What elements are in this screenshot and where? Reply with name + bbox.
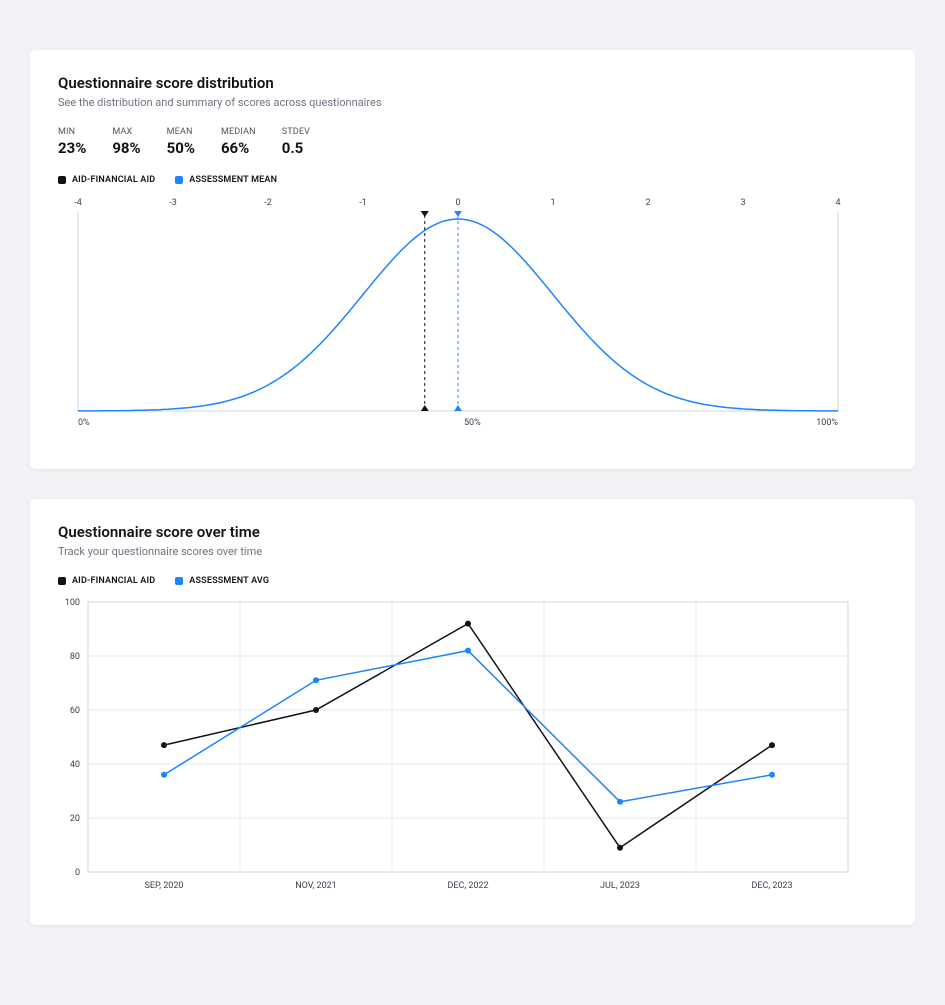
svg-text:-2: -2: [264, 198, 272, 208]
legend-swatch-icon: [175, 577, 183, 585]
timeseries-subtitle: Track your questionnaire scores over tim…: [58, 545, 887, 558]
timeseries-svg: 0 20 40 60 80 100 SEP, 2020 NOV, 2021 DEC, 2022 J…: [58, 592, 858, 897]
svg-text:-1: -1: [359, 198, 367, 208]
svg-text:DEC, 2022: DEC, 2022: [447, 881, 488, 891]
stat-value: 0.5: [282, 139, 310, 157]
distribution-subtitle: See the distribution and summary of scor…: [58, 96, 887, 109]
svg-text:-3: -3: [169, 198, 177, 208]
distribution-title: Questionnaire score distribution: [58, 74, 887, 92]
svg-text:100%: 100%: [816, 418, 838, 428]
legend-label: AID-FINANCIAL AID: [72, 576, 155, 586]
stat-max: MAX 98%: [112, 127, 140, 157]
svg-text:20: 20: [70, 814, 80, 824]
svg-text:JUL, 2023: JUL, 2023: [600, 881, 640, 891]
svg-text:0%: 0%: [78, 418, 90, 428]
stat-label: STDEV: [282, 127, 310, 137]
distribution-chart: -4 -3 -2 -1 0 1 2 3 4 0% 50% 100%: [58, 191, 887, 441]
legend-label: ASSESSMENT AVG: [189, 576, 269, 586]
stat-value: 23%: [58, 139, 86, 157]
legend-item-aid: AID-FINANCIAL AID: [58, 175, 155, 185]
svg-text:80: 80: [70, 652, 80, 662]
distribution-legend: AID-FINANCIAL AID ASSESSMENT MEAN: [58, 175, 887, 185]
stat-value: 66%: [221, 139, 256, 157]
legend-swatch-icon: [175, 176, 183, 184]
svg-text:2: 2: [645, 198, 650, 208]
legend-item-aid: AID-FINANCIAL AID: [58, 576, 155, 586]
stat-label: MEDIAN: [221, 127, 256, 137]
svg-text:DEC, 2023: DEC, 2023: [751, 881, 792, 891]
legend-label: ASSESSMENT MEAN: [189, 175, 277, 185]
svg-text:50%: 50%: [464, 418, 481, 428]
legend-item-assessment: ASSESSMENT AVG: [175, 576, 269, 586]
timeseries-card: Questionnaire score over time Track your…: [30, 499, 915, 925]
stat-stdev: STDEV 0.5: [282, 127, 310, 157]
legend-item-assessment: ASSESSMENT MEAN: [175, 175, 277, 185]
svg-text:1: 1: [550, 198, 555, 208]
timeseries-title: Questionnaire score over time: [58, 523, 887, 541]
svg-text:60: 60: [70, 706, 80, 716]
timeseries-chart: 0 20 40 60 80 100 SEP, 2020 NOV, 2021 DEC, 2022 J…: [58, 592, 887, 897]
stat-label: MAX: [112, 127, 140, 137]
svg-text:40: 40: [70, 760, 80, 770]
svg-text:NOV, 2021: NOV, 2021: [295, 881, 337, 891]
timeseries-legend: AID-FINANCIAL AID ASSESSMENT AVG: [58, 576, 887, 586]
legend-label: AID-FINANCIAL AID: [72, 175, 155, 185]
svg-text:0: 0: [75, 868, 80, 878]
svg-text:100: 100: [65, 598, 80, 608]
stat-min: MIN 23%: [58, 127, 86, 157]
svg-text:SEP, 2020: SEP, 2020: [145, 881, 184, 891]
stat-value: 98%: [112, 139, 140, 157]
svg-text:4: 4: [835, 198, 840, 208]
stat-label: MEAN: [167, 127, 195, 137]
distribution-svg: -4 -3 -2 -1 0 1 2 3 4 0% 50% 100%: [58, 191, 858, 441]
svg-text:0: 0: [455, 198, 460, 208]
stat-median: MEDIAN 66%: [221, 127, 256, 157]
distribution-card: Questionnaire score distribution See the…: [30, 50, 915, 469]
stat-mean: MEAN 50%: [167, 127, 195, 157]
legend-swatch-icon: [58, 176, 66, 184]
legend-swatch-icon: [58, 577, 66, 585]
svg-text:3: 3: [740, 198, 745, 208]
stats-row: MIN 23% MAX 98% MEAN 50% MEDIAN 66% STDE…: [58, 127, 887, 157]
stat-label: MIN: [58, 127, 86, 137]
svg-text:-4: -4: [74, 198, 82, 208]
stat-value: 50%: [167, 139, 195, 157]
